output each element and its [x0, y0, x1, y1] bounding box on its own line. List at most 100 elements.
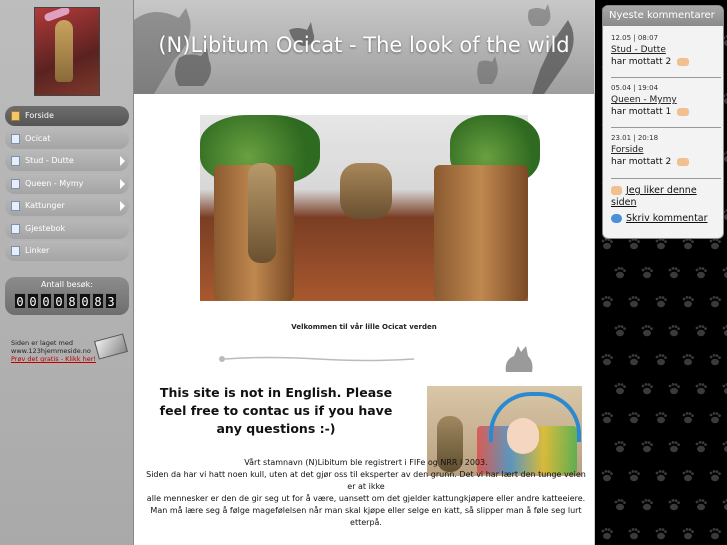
nav-item-kattunger[interactable]: Kattunger [5, 196, 129, 216]
paw-print-icon [655, 528, 667, 540]
site-title: (N)Libitum Ocicat - The look of the wild [158, 33, 570, 57]
paw-print-icon [614, 441, 626, 453]
paw-print-icon [695, 499, 707, 511]
made-by-notice: Siden er laget med www.123hjemmeside.no … [11, 339, 96, 363]
made-by-line1: Siden er laget med [11, 339, 73, 347]
paw-print-icon [722, 325, 727, 337]
comment-page-link[interactable]: Queen - Mymy [611, 95, 677, 105]
nav-item-label: Queen - Mymy [25, 178, 84, 188]
page-icon [11, 201, 20, 211]
english-notice: This site is not in English. Please feel… [159, 385, 393, 436]
paw-print-icon [614, 267, 626, 279]
paw-print-icon [709, 238, 721, 250]
counter-digit: 0 [40, 293, 52, 309]
paw-print-icon [601, 238, 613, 250]
thumbs-up-icon [677, 107, 690, 116]
divider-ornament [219, 356, 415, 362]
paw-print-icon [641, 383, 653, 395]
comment-entry: 12.05 | 08:07 Stud - Dutte har mottatt 2 [611, 32, 721, 68]
comment-count-text: har mottatt 2 [611, 157, 672, 167]
nav-item-forside[interactable]: Forside [5, 106, 129, 126]
cat-silhouette-icon [505, 346, 533, 372]
comment-time: 05.04 | 19:04 [611, 84, 659, 92]
homepage-builder-logo-icon[interactable] [94, 333, 128, 360]
page-icon [11, 246, 20, 256]
counter-digit: 0 [27, 293, 39, 309]
paw-print-icon [722, 267, 727, 279]
separator [611, 178, 721, 179]
speech-bubble-icon [611, 214, 622, 223]
paw-print-icon [668, 383, 680, 395]
paw-print-icon [695, 267, 707, 279]
paw-print-icon [641, 499, 653, 511]
paw-print-icon [709, 470, 721, 482]
nav-item-label: Linker [25, 246, 50, 255]
paw-print-icon [655, 470, 667, 482]
main-nav: Forside Ocicat Stud - Dutte Queen - Mymy… [5, 106, 129, 264]
paw-print-icon [668, 441, 680, 453]
nav-item-label: Forside [25, 111, 54, 120]
counter-digit: 0 [79, 293, 91, 309]
paragraph: Siden da har vi hatt noen kull, uten at … [146, 470, 586, 491]
write-comment-label[interactable]: Skriv kommentar [626, 213, 708, 224]
left-sidebar: Forside Ocicat Stud - Dutte Queen - Mymy… [0, 0, 134, 545]
paw-print-icon [682, 528, 694, 540]
paw-print-icon [641, 267, 653, 279]
paw-print-icon [722, 499, 727, 511]
paw-print-icon [628, 528, 640, 540]
paw-print-icon [682, 238, 694, 250]
paw-print-icon [722, 441, 727, 453]
like-page-label[interactable]: Jeg liker denne siden [611, 185, 697, 208]
paw-print-icon [695, 441, 707, 453]
paw-print-icon [628, 238, 640, 250]
counter-digit: 3 [105, 293, 117, 309]
paw-print-icon [668, 267, 680, 279]
paw-print-icon [601, 470, 613, 482]
nav-item-queen-mymy[interactable]: Queen - Mymy [5, 173, 129, 194]
comment-time: 12.05 | 08:07 [611, 34, 659, 42]
paw-print-icon [628, 296, 640, 308]
separator [611, 77, 721, 78]
paw-print-icon [655, 412, 667, 424]
paw-print-icon [601, 528, 613, 540]
like-page-link[interactable]: Jeg liker denne siden [611, 185, 723, 209]
nav-item-stud-dutte[interactable]: Stud - Dutte [5, 151, 129, 171]
counter-digit: 0 [53, 293, 65, 309]
counter-digit: 8 [66, 293, 78, 309]
latest-comments-widget: Nyeste kommentarer 12.05 | 08:07 Stud - … [602, 5, 724, 239]
nav-item-label: Gjestebok [25, 223, 66, 233]
counter-digit: 8 [92, 293, 104, 309]
paw-print-icon [695, 383, 707, 395]
nav-item-label: Ocicat [25, 133, 51, 143]
paw-print-icon [682, 412, 694, 424]
thumbs-up-icon [677, 57, 690, 66]
paw-print-icon [641, 325, 653, 337]
paw-print-icon [601, 296, 613, 308]
paw-print-icon [601, 354, 613, 366]
nav-item-linker[interactable]: Linker [5, 241, 129, 261]
comment-time: 23.01 | 20:18 [611, 134, 659, 142]
thumbs-up-icon [611, 186, 622, 195]
try-free-link[interactable]: Prøv det gratis - Klikk her! [11, 355, 96, 363]
page-icon [11, 178, 20, 189]
guestbook-icon [11, 223, 20, 234]
paw-print-icon [682, 296, 694, 308]
intro-paragraphs: Vårt stamnavn (N)Libitum ble registrert … [146, 457, 586, 529]
site-logo-photo [34, 7, 100, 96]
visit-counter: Antall besøk: 0 0 0 0 8 0 8 3 [5, 277, 129, 315]
paw-print-icon [614, 383, 626, 395]
paw-print-icon [682, 354, 694, 366]
comment-page-link[interactable]: Forside [611, 145, 644, 155]
paw-print-icon [695, 325, 707, 337]
visit-counter-label: Antall besøk: [41, 280, 93, 289]
paw-print-icon [614, 499, 626, 511]
paw-print-icon [709, 296, 721, 308]
nav-item-gjestebok[interactable]: Gjestebok [5, 218, 129, 239]
write-comment-link[interactable]: Skriv kommentar [611, 213, 723, 225]
comment-page-link[interactable]: Stud - Dutte [611, 45, 666, 55]
nav-item-ocicat[interactable]: Ocicat [5, 128, 129, 149]
thumbs-up-icon [677, 157, 690, 166]
two-cats-photo [200, 115, 540, 301]
right-column: Nyeste kommentarer 12.05 | 08:07 Stud - … [595, 0, 727, 545]
submenu-arrow-icon [120, 201, 125, 211]
